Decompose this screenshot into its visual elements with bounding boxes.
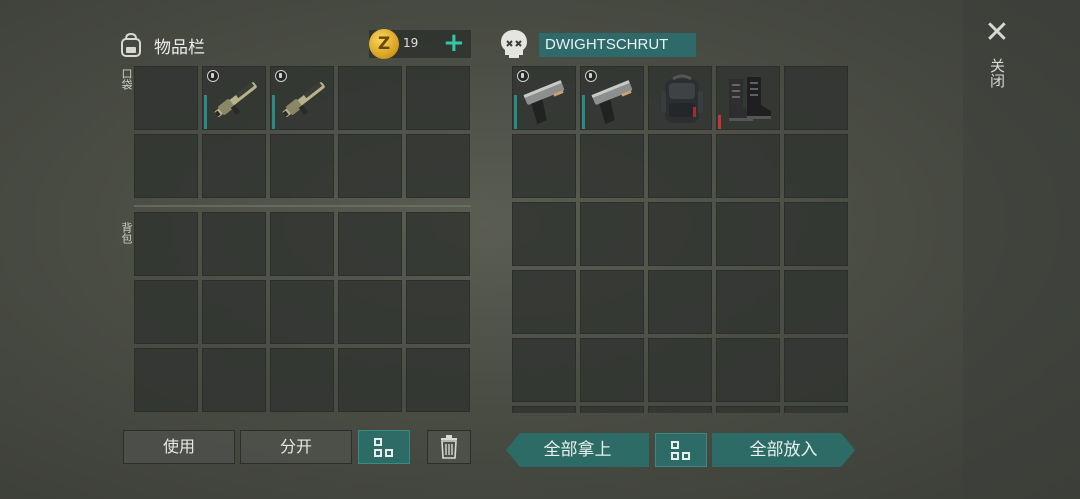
pocket-slot[interactable] <box>134 134 198 198</box>
pocket-label: 口袋 <box>120 68 133 90</box>
pocket-slot[interactable] <box>406 66 470 130</box>
loot-slot-boots[interactable] <box>716 66 780 130</box>
loot-slot[interactable] <box>512 134 576 198</box>
loot-slot[interactable] <box>784 338 848 402</box>
durability-bar <box>272 95 275 129</box>
loot-grid <box>512 66 848 413</box>
loot-slot[interactable] <box>716 338 780 402</box>
loot-slot[interactable] <box>648 338 712 402</box>
backpack-slot[interactable] <box>338 280 402 344</box>
loot-slot[interactable] <box>648 134 712 198</box>
take-all-button[interactable]: 全部拿上 <box>506 433 649 467</box>
loot-slot[interactable] <box>784 270 848 334</box>
loot-slot[interactable] <box>580 338 644 402</box>
close-label[interactable]: 关闭 <box>988 58 1006 88</box>
loot-slot[interactable] <box>580 406 644 413</box>
loot-slot[interactable] <box>716 406 780 413</box>
backpack-label: 背包 <box>120 222 133 244</box>
durability-bar <box>204 95 207 129</box>
coin-counter: Z 19 + <box>369 28 471 59</box>
backpack-slot[interactable] <box>202 280 266 344</box>
backpack-slot[interactable] <box>270 212 334 276</box>
section-divider <box>134 205 471 207</box>
pocket-slot[interactable] <box>134 66 198 130</box>
grid-icon <box>671 440 691 461</box>
backpack-slot[interactable] <box>406 348 470 412</box>
trash-button[interactable] <box>427 430 471 464</box>
add-coins-button[interactable]: + <box>443 28 465 58</box>
split-button[interactable]: 分开 <box>240 430 352 464</box>
pistol-icon <box>519 73 573 127</box>
backpack-slot[interactable] <box>406 212 470 276</box>
backpack-slot[interactable] <box>134 280 198 344</box>
loot-slot-pistol[interactable] <box>580 66 644 130</box>
durability-bar <box>582 95 585 129</box>
loot-slot[interactable] <box>580 270 644 334</box>
backpack-slot[interactable] <box>202 348 266 412</box>
loot-owner-name: DWIGHTSCHRUT <box>539 33 696 57</box>
loot-slot[interactable] <box>784 202 848 266</box>
loot-slot[interactable] <box>784 406 848 413</box>
coin-count: 19 <box>403 36 419 50</box>
grid-icon <box>374 437 394 458</box>
pocket-slot[interactable] <box>338 66 402 130</box>
trash-icon <box>441 435 457 459</box>
loot-slot[interactable] <box>784 66 848 130</box>
loot-slot-pistol[interactable] <box>512 66 576 130</box>
backpack-slot[interactable] <box>134 348 198 412</box>
loot-slot[interactable] <box>512 270 576 334</box>
rifle-icon <box>209 73 263 127</box>
close-icon[interactable]: ✕ <box>984 18 1010 48</box>
loot-slot[interactable] <box>784 134 848 198</box>
loot-slot[interactable] <box>512 406 576 413</box>
use-button[interactable]: 使用 <box>123 430 235 464</box>
pocket-slot-rifle[interactable] <box>270 66 334 130</box>
loot-slot-backpack[interactable] <box>648 66 712 130</box>
loot-slot[interactable] <box>716 270 780 334</box>
backpack-grid <box>134 212 470 412</box>
loot-slot[interactable] <box>648 202 712 266</box>
sort-loot-button[interactable] <box>655 433 707 467</box>
loot-slot[interactable] <box>512 338 576 402</box>
pocket-slot[interactable] <box>202 134 266 198</box>
backpack-slot[interactable] <box>270 348 334 412</box>
rifle-icon <box>277 73 331 127</box>
pocket-slot[interactable] <box>406 134 470 198</box>
backpack-icon <box>655 73 709 127</box>
durability-bar <box>514 95 517 129</box>
backpack-slot[interactable] <box>270 280 334 344</box>
loot-slot[interactable] <box>648 406 712 413</box>
loot-slot[interactable] <box>716 134 780 198</box>
backpack-slot[interactable] <box>338 348 402 412</box>
pocket-slot-rifle[interactable] <box>202 66 266 130</box>
loot-slot[interactable] <box>580 202 644 266</box>
backpack-slot[interactable] <box>338 212 402 276</box>
coin-icon: Z <box>369 29 399 59</box>
pocket-grid <box>134 66 470 198</box>
pocket-slot[interactable] <box>270 134 334 198</box>
sort-inventory-button[interactable] <box>358 430 410 464</box>
loot-slot[interactable] <box>648 270 712 334</box>
pocket-slot[interactable] <box>338 134 402 198</box>
side-panel <box>963 0 1080 499</box>
boots-icon <box>723 73 777 127</box>
skull-icon <box>501 30 527 58</box>
backpack-slot[interactable] <box>406 280 470 344</box>
put-all-button[interactable]: 全部放入 <box>712 433 855 467</box>
backpack-icon <box>121 32 141 57</box>
loot-slot[interactable] <box>512 202 576 266</box>
inventory-header: 物品栏 <box>118 28 205 62</box>
loot-slot[interactable] <box>580 134 644 198</box>
inventory-title: 物品栏 <box>154 37 205 58</box>
backpack-slot[interactable] <box>134 212 198 276</box>
backpack-slot[interactable] <box>202 212 266 276</box>
loot-container[interactable] <box>512 66 852 413</box>
pistol-icon <box>587 73 641 127</box>
durability-bar <box>718 115 721 129</box>
loot-slot[interactable] <box>716 202 780 266</box>
